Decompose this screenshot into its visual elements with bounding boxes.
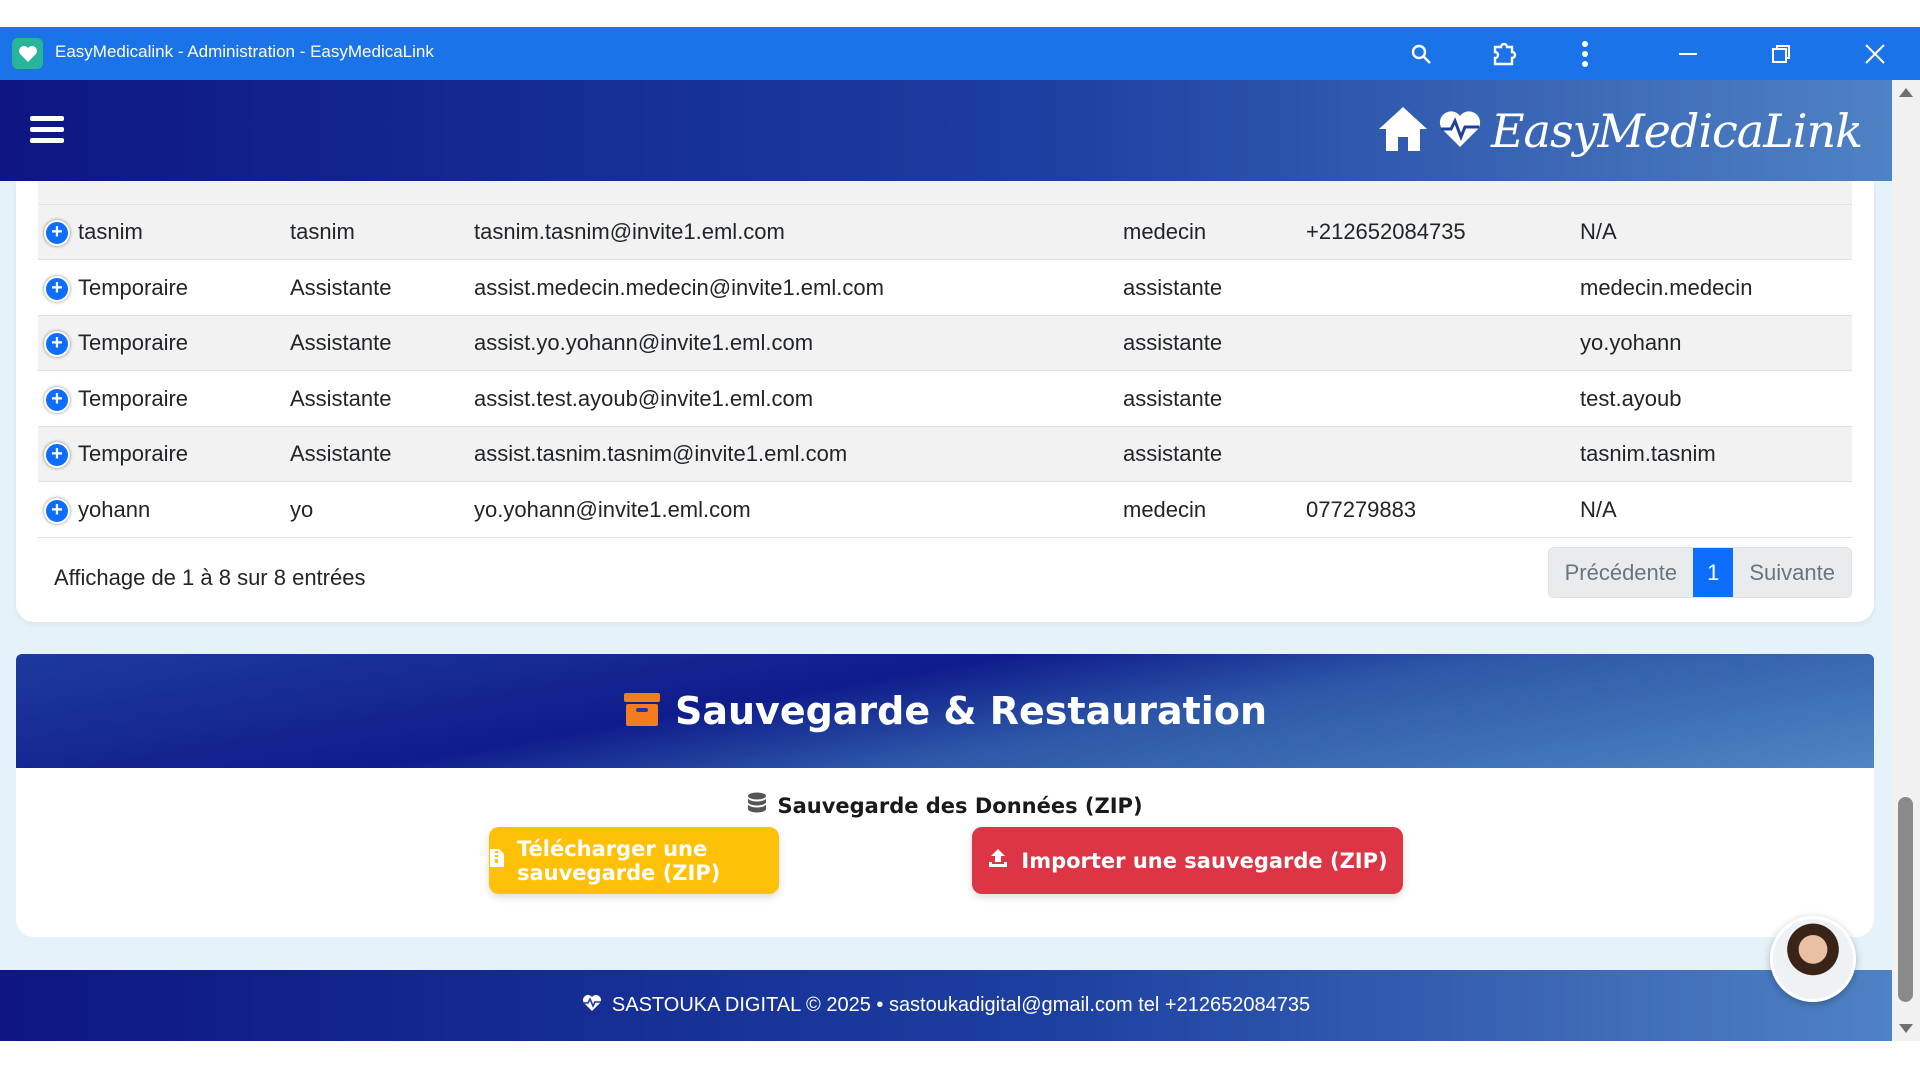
import-backup-label: Importer une sauvegarde (ZIP) [1021, 848, 1388, 873]
home-icon [1377, 105, 1429, 157]
role-cell: assistante [1123, 330, 1223, 355]
first-name-cell: Temporaire [78, 274, 189, 300]
file-zip-icon [489, 848, 505, 873]
expand-row-icon[interactable]: + [44, 220, 70, 246]
restore-icon[interactable] [1764, 37, 1798, 71]
footer-text: SASTOUKA DIGITAL © 2025 • sastoukadigita… [611, 994, 1311, 1016]
table-info: Affichage de 1 à 8 sur 8 entrées [54, 565, 366, 590]
page-content: + tasnim tasnim tasnim.tasnim@invite1.eml.c… [0, 181, 1892, 1041]
last-name-cell: Assistante [290, 385, 392, 411]
table-row: + Temporaire Assistante assist.yo.yohann@in… [38, 316, 1852, 371]
pagination: Précédente 1 Suivante [1547, 547, 1852, 598]
footer: SASTOUKA DIGITAL © 2025 • sastoukadigita… [0, 970, 1892, 1041]
expand-row-icon[interactable]: + [44, 386, 70, 413]
linked-cell: N/A [1580, 496, 1617, 522]
email-cell: assist.yo.yohann@invite1.eml.com [474, 330, 814, 355]
linked-cell: tasnim.tasnim [1580, 441, 1716, 466]
backup-title: Sauvegarde & Restauration [674, 689, 1267, 733]
pagination-page-1[interactable]: 1 [1693, 548, 1734, 597]
first-name-cell: Temporaire [78, 441, 189, 466]
role-cell: assistante [1123, 274, 1223, 300]
scroll-up-arrow[interactable] [1899, 88, 1913, 97]
expand-row-icon[interactable]: + [44, 275, 70, 302]
role-cell: assistante [1123, 441, 1223, 466]
pagination-next[interactable]: Suivante [1733, 548, 1851, 597]
last-name-cell: tasnim [290, 219, 355, 244]
table-row: + Temporaire Assistante assist.tasnim.tasni… [38, 427, 1852, 482]
last-name-cell: Assistante [290, 441, 392, 466]
window-title: EasyMedicalink - Administration - EasyMe… [55, 42, 434, 61]
email-cell: assist.medecin.medecin@invite1.eml.com [474, 274, 884, 300]
heartbeat-icon [582, 994, 602, 1018]
upload-icon [987, 847, 1009, 874]
email-cell: assist.test.ayoub@invite1.eml.com [474, 385, 814, 411]
archive-icon [623, 691, 661, 731]
brand-name: EasyMedicaLink [1490, 104, 1863, 158]
heartbeat-icon [1437, 109, 1483, 153]
phone-cell: +212652084735 [1306, 219, 1466, 244]
email-cell: tasnim.tasnim@invite1.eml.com [474, 219, 785, 244]
backup-header: Sauvegarde & Restauration [16, 654, 1874, 768]
search-icon[interactable] [1404, 37, 1438, 71]
expand-row-icon[interactable]: + [44, 497, 70, 524]
table-row: + tasnim tasnim tasnim.tasnim@invite1.eml.c… [38, 205, 1852, 260]
email-cell: yo.yohann@invite1.eml.com [474, 496, 751, 522]
role-cell: medecin [1123, 496, 1207, 522]
assistant-avatar[interactable] [1770, 916, 1856, 1002]
table-row-partial [38, 181, 1852, 205]
phone-cell: 077279883 [1306, 496, 1417, 522]
backup-card: Sauvegarde & Restauration Sauvegarde des… [16, 654, 1874, 937]
extension-icon[interactable] [1487, 37, 1521, 71]
expand-row-icon[interactable]: + [44, 442, 70, 468]
download-backup-label: Télécharger une sauvegarde (ZIP) [517, 836, 721, 885]
download-backup-button[interactable]: Télécharger une sauvegarde (ZIP) [489, 827, 779, 894]
table-row: + yohann yo yo.yohann@invite1.eml.com medeci… [38, 483, 1852, 538]
table-row: + Temporaire Assistante assist.test.ayoub@i… [38, 372, 1852, 427]
backup-subtitle: Sauvegarde des Données (ZIP) [777, 793, 1143, 818]
users-table-card: + tasnim tasnim tasnim.tasnim@invite1.eml.c… [16, 181, 1874, 622]
import-backup-button[interactable]: Importer une sauvegarde (ZIP) [972, 827, 1403, 894]
window-titlebar: EasyMedicalink - Administration - EasyMe… [0, 27, 1920, 80]
minimize-icon[interactable] [1671, 37, 1705, 71]
close-icon[interactable] [1858, 37, 1892, 71]
linked-cell: N/A [1580, 219, 1617, 244]
first-name-cell: Temporaire [78, 330, 189, 355]
page-scrollbar[interactable] [1892, 80, 1920, 1041]
app-logo-icon [12, 38, 43, 69]
first-name-cell: tasnim [78, 219, 143, 244]
role-cell: assistante [1123, 385, 1223, 411]
email-cell: assist.tasnim.tasnim@invite1.eml.com [474, 441, 848, 466]
scroll-down-arrow[interactable] [1899, 1024, 1913, 1033]
menu-icon[interactable] [30, 116, 64, 146]
backup-subtitle-row: Sauvegarde des Données (ZIP) [16, 792, 1874, 819]
database-icon [747, 792, 767, 819]
last-name-cell: yo [290, 496, 314, 522]
table-row: + Temporaire Assistante assist.medecin.mede… [38, 261, 1852, 316]
linked-cell: test.ayoub [1580, 385, 1682, 411]
last-name-cell: Assistante [290, 274, 392, 300]
scroll-thumb[interactable] [1898, 797, 1913, 1002]
pagination-prev[interactable]: Précédente [1548, 548, 1694, 597]
first-name-cell: Temporaire [78, 385, 189, 411]
app-header: EasyMedicaLink [0, 80, 1892, 181]
more-vert-icon[interactable] [1568, 37, 1602, 71]
linked-cell: medecin.medecin [1580, 274, 1753, 300]
brand-logo[interactable]: EasyMedicaLink [1377, 98, 1863, 164]
role-cell: medecin [1123, 219, 1207, 244]
expand-row-icon[interactable]: + [44, 331, 70, 357]
linked-cell: yo.yohann [1580, 330, 1682, 355]
first-name-cell: yohann [78, 496, 151, 522]
last-name-cell: Assistante [290, 330, 392, 355]
